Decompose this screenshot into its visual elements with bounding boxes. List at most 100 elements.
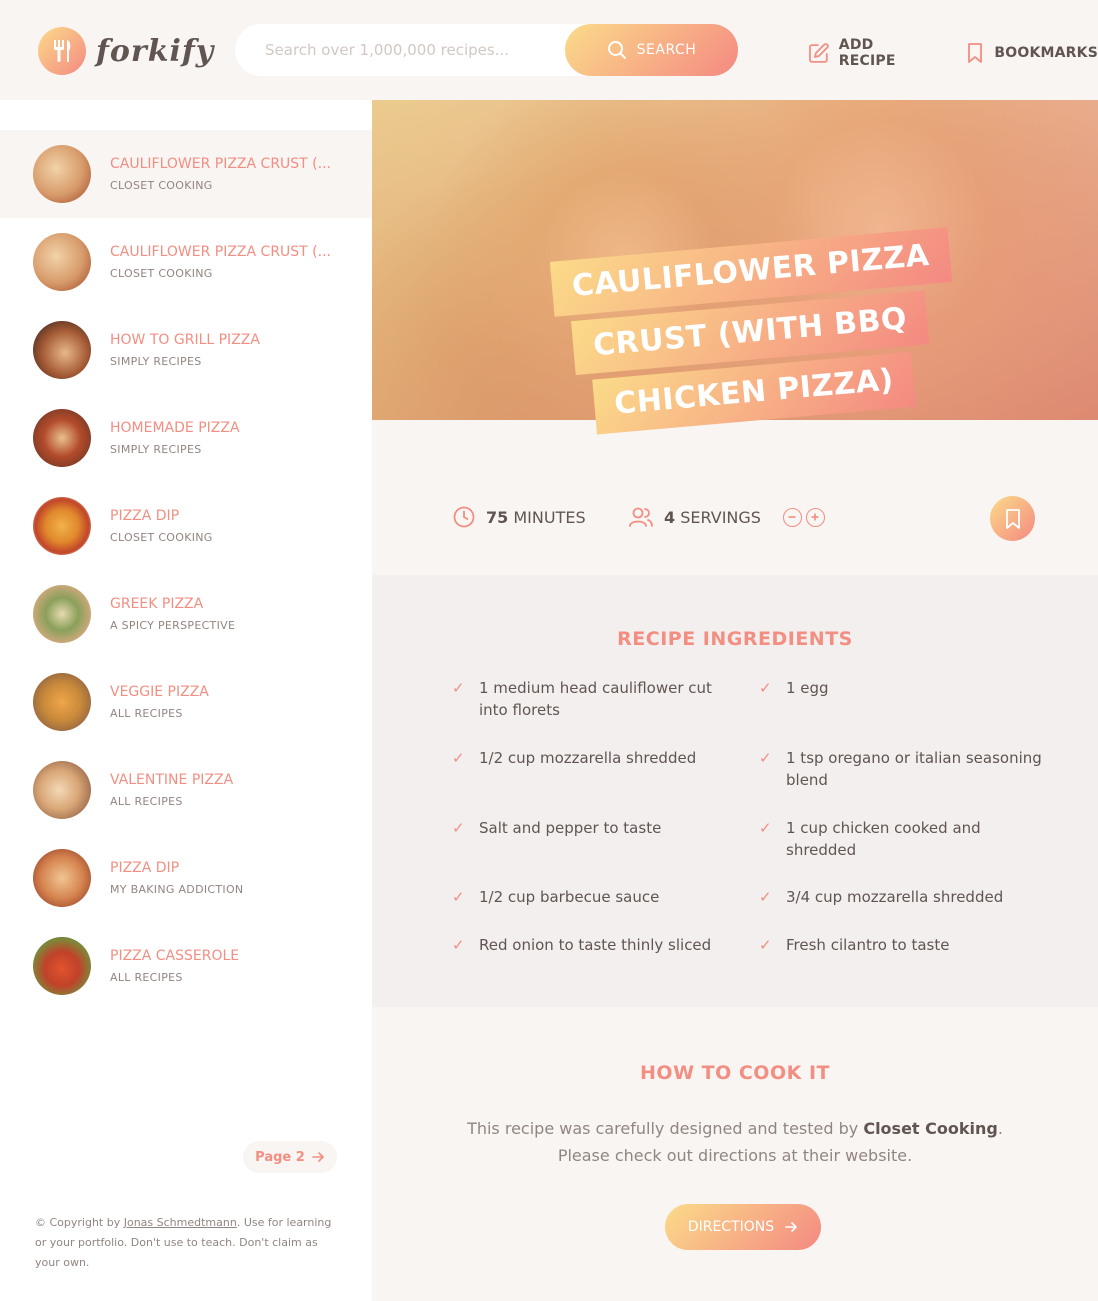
ingredient-item: ✓ 1 egg xyxy=(759,677,1044,699)
header: forkify SEARCH ADD RECIPE BOOKMARKS xyxy=(0,0,1098,100)
ingredient-item: ✓ 1/2 cup barbecue sauce xyxy=(452,886,737,908)
ingredient-text: 1/2 cup mozzarella shredded xyxy=(479,749,697,767)
check-icon: ✓ xyxy=(452,888,465,906)
recipe-directions: HOW TO COOK IT This recipe was carefully… xyxy=(372,1007,1098,1301)
ingredient-item: ✓ 1 cup chicken cooked and shredded xyxy=(759,817,1044,861)
result-item[interactable]: CAULIFLOWER PIZZA CRUST (... CLOSET COOKI… xyxy=(0,218,372,306)
copyright: © Copyright by Jonas Schmedtmann. Use fo… xyxy=(35,1213,345,1273)
cooking-time: 75 MINUTES xyxy=(452,505,586,529)
ingredient-item: ✓ Red onion to taste thinly sliced xyxy=(452,934,737,956)
servings-label: SERVINGS xyxy=(680,507,761,527)
minutes-value: 75 xyxy=(486,507,509,527)
recipe-thumbnail xyxy=(33,409,91,467)
recipe-title: CAULIFLOWER PIZZA CRUST (WITH BBQ CHICKE… xyxy=(549,227,952,443)
check-icon: ✓ xyxy=(759,749,772,767)
check-icon: ✓ xyxy=(759,936,772,954)
recipe-thumbnail xyxy=(33,145,91,203)
bookmark-icon xyxy=(1005,508,1020,529)
search-results-sidebar: CAULIFLOWER PIZZA CRUST (... CLOSET COOKI… xyxy=(0,100,372,1301)
logo[interactable]: forkify xyxy=(38,27,214,75)
bookmarks-label: BOOKMARKS xyxy=(994,45,1098,61)
check-icon: ✓ xyxy=(452,936,465,954)
result-item[interactable]: GREEK PIZZA A SPICY PERSPECTIVE xyxy=(0,570,372,658)
result-title: PIZZA DIP xyxy=(110,860,180,876)
directions-text: This recipe was carefully designed and t… xyxy=(372,1115,1098,1169)
arrow-right-icon xyxy=(312,1152,324,1162)
edit-icon xyxy=(809,43,829,63)
search-input[interactable] xyxy=(265,41,555,59)
directions-text-suffix: . xyxy=(997,1119,1003,1138)
copyright-prefix: © Copyright by xyxy=(35,1216,124,1229)
check-icon: ✓ xyxy=(759,679,772,697)
next-page-button[interactable]: Page 2 xyxy=(243,1141,337,1173)
users-icon xyxy=(629,507,653,527)
clock-icon xyxy=(453,506,475,528)
directions-text-line2: Please check out directions at their web… xyxy=(557,1146,913,1165)
recipe-publisher: Closet Cooking xyxy=(863,1119,998,1138)
ingredient-item: ✓ 1 medium head cauliflower cut into flor… xyxy=(452,677,737,721)
result-publisher: CLOSET COOKING xyxy=(110,179,213,192)
result-title: HOMEMADE PIZZA xyxy=(110,420,240,436)
recipe-thumbnail xyxy=(33,937,91,995)
result-title: HOW TO GRILL PIZZA xyxy=(110,332,260,348)
recipe-thumbnail xyxy=(33,673,91,731)
result-item[interactable]: VEGGIE PIZZA ALL RECIPES xyxy=(0,658,372,746)
result-publisher: CLOSET COOKING xyxy=(110,531,213,544)
search-button[interactable]: SEARCH xyxy=(565,24,738,76)
result-title: VALENTINE PIZZA xyxy=(110,772,234,788)
result-item[interactable]: HOMEMADE PIZZA SIMPLY RECIPES xyxy=(0,394,372,482)
result-publisher: ALL RECIPES xyxy=(110,971,183,984)
result-publisher: SIMPLY RECIPES xyxy=(110,355,202,368)
bookmarks-button[interactable]: BOOKMARKS xyxy=(965,42,1098,64)
author-link[interactable]: Jonas Schmedtmann xyxy=(124,1216,237,1229)
fork-knife-icon xyxy=(38,27,86,75)
next-page-label: Page 2 xyxy=(255,1149,305,1165)
ingredient-item: ✓ Salt and pepper to taste xyxy=(452,817,737,839)
recipe-thumbnail xyxy=(33,761,91,819)
result-item[interactable]: PIZZA DIP MY BAKING ADDICTION xyxy=(0,834,372,922)
bookmark-icon xyxy=(968,43,983,63)
result-item[interactable]: PIZZA DIP CLOSET COOKING xyxy=(0,482,372,570)
ingredient-text: Salt and pepper to taste xyxy=(479,819,662,837)
main-nav: ADD RECIPE BOOKMARKS xyxy=(808,37,1098,69)
recipe-view: CAULIFLOWER PIZZA CRUST (WITH BBQ CHICKE… xyxy=(372,100,1098,1301)
decrease-servings-button[interactable] xyxy=(782,507,802,527)
recipe-thumbnail xyxy=(33,497,91,555)
search-icon xyxy=(607,41,626,59)
ingredient-item: ✓ 1 tsp oregano or italian seasoning blen… xyxy=(759,747,1044,791)
check-icon: ✓ xyxy=(452,819,465,837)
result-publisher: A SPICY PERSPECTIVE xyxy=(110,619,236,632)
result-publisher: CLOSET COOKING xyxy=(110,267,213,280)
check-icon: ✓ xyxy=(452,749,465,767)
result-publisher: SIMPLY RECIPES xyxy=(110,443,202,456)
result-item[interactable]: VALENTINE PIZZA ALL RECIPES xyxy=(0,746,372,834)
result-title: CAULIFLOWER PIZZA CRUST (... xyxy=(110,244,331,260)
result-item[interactable]: PIZZA CASSEROLE ALL RECIPES xyxy=(0,922,372,1010)
search-button-label: SEARCH xyxy=(636,42,697,58)
result-title: CAULIFLOWER PIZZA CRUST (... xyxy=(110,156,331,172)
logo-text: forkify xyxy=(96,33,215,69)
directions-button-label: DIRECTIONS xyxy=(687,1219,775,1235)
ingredient-text: 3/4 cup mozzarella shredded xyxy=(786,888,1004,906)
result-item[interactable]: HOW TO GRILL PIZZA SIMPLY RECIPES xyxy=(0,306,372,394)
recipe-ingredients: RECIPE INGREDIENTS ✓ 1 medium head caulif… xyxy=(372,575,1098,1007)
increase-servings-button[interactable] xyxy=(805,507,825,527)
check-icon: ✓ xyxy=(759,888,772,906)
results-list: CAULIFLOWER PIZZA CRUST (... CLOSET COOKI… xyxy=(0,130,372,1010)
result-title: PIZZA CASSEROLE xyxy=(110,948,240,964)
ingredient-text: 1 tsp oregano or italian seasoning blend xyxy=(786,749,1042,789)
recipe-bookmark-button[interactable] xyxy=(990,496,1035,541)
add-recipe-button[interactable]: ADD RECIPE xyxy=(808,37,934,69)
result-title: PIZZA DIP xyxy=(110,508,180,524)
ingredients-heading: RECIPE INGREDIENTS xyxy=(617,628,853,650)
search-form: SEARCH xyxy=(235,24,738,76)
ingredient-item: ✓ 3/4 cup mozzarella shredded xyxy=(759,886,1044,908)
directions-button[interactable]: DIRECTIONS xyxy=(665,1204,821,1250)
servings-controls xyxy=(782,507,825,527)
result-publisher: ALL RECIPES xyxy=(110,707,183,720)
ingredient-item: ✓ Fresh cilantro to taste xyxy=(759,934,1044,956)
result-title: VEGGIE PIZZA xyxy=(110,684,209,700)
check-icon: ✓ xyxy=(452,679,465,697)
result-publisher: ALL RECIPES xyxy=(110,795,183,808)
result-item[interactable]: CAULIFLOWER PIZZA CRUST (... CLOSET COOKI… xyxy=(0,130,372,218)
